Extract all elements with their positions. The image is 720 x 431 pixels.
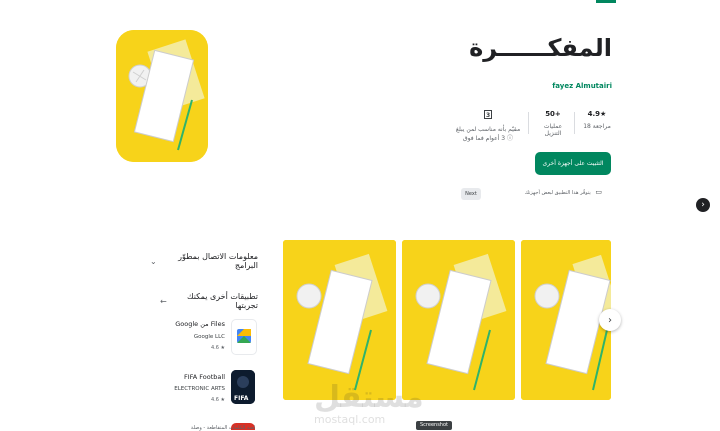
carousel-next-icon[interactable]: ›: [599, 309, 621, 331]
downloads-label: عمليات التنزيل: [543, 123, 563, 137]
availability-text: يتوفّر هذا التطبيق لبعض أجهزتك: [524, 190, 591, 196]
tab-indicator: [596, 0, 616, 3]
app-developer: Google LLC: [193, 334, 225, 340]
arrow-left-icon: ←: [160, 296, 167, 306]
app-name[interactable]: Files من Google: [175, 320, 225, 328]
chevron-right-icon[interactable]: ›: [696, 198, 710, 212]
downloads-stat: 50+ عمليات التنزيل: [536, 110, 570, 137]
app-rating: 4.6 ★: [210, 397, 225, 403]
app-rating: 4.6 ★: [210, 345, 225, 351]
screenshot-3[interactable]: [521, 240, 611, 400]
content-rating-stat[interactable]: 3 مقيّم بأنه مناسب لمن يبلغ 3 أعوام فما …: [452, 110, 524, 142]
app-developer: ELECTRONIC ARTS: [174, 386, 225, 392]
screenshot-2[interactable]: [402, 240, 515, 400]
app-name[interactable]: FIFA Football: [184, 373, 225, 381]
files-app-icon[interactable]: [231, 319, 257, 355]
screenshot-tooltip: Screenshot: [416, 421, 452, 430]
availability-note: يتوفّر هذا التطبيق لبعض أجهزتك ▭: [525, 188, 602, 196]
downloads-value: 50+: [545, 110, 561, 118]
chevron-down-icon: ⌄: [150, 256, 157, 266]
install-button[interactable]: التثبيت على أجهزة أخرى: [535, 152, 611, 175]
svg-text:3: 3: [486, 112, 490, 119]
app-title: المفكــــــرة: [469, 34, 612, 62]
watermark-logo: مستقل: [314, 380, 424, 415]
rating-value: 4.9★: [587, 110, 607, 118]
app-name[interactable]: لعبة الكلمات المتقاطعة - وصلة: [191, 425, 255, 431]
developer-contact-heading: معلومات الاتصال بمطوّر البرامج: [178, 252, 258, 270]
app-icon: [116, 30, 208, 162]
notebook-illustration: [116, 30, 208, 162]
developer-link[interactable]: fayez Almutairi: [552, 82, 612, 90]
similar-apps-section[interactable]: ← تطبيقات أخرى يمكنك تجربتها: [160, 292, 258, 310]
divider: [574, 112, 575, 134]
developer-contact-section[interactable]: ⌄ معلومات الاتصال بمطوّر البرامج: [150, 252, 258, 270]
rating-stat: 4.9★ 18 مراجعة: [582, 110, 612, 130]
reviews-count: 18 مراجعة: [583, 123, 611, 130]
svg-text:FIFA: FIFA: [234, 395, 249, 402]
watermark-url: mostaql.com: [314, 413, 386, 426]
next-tooltip: Next: [461, 188, 481, 200]
screenshot-1[interactable]: [283, 240, 396, 400]
content-rating-icon: 3: [452, 110, 524, 121]
fifa-app-icon[interactable]: FIFA: [231, 370, 255, 404]
device-icon: ▭: [595, 188, 602, 196]
similar-apps-heading: تطبيقات أخرى يمكنك تجربتها: [187, 292, 258, 310]
content-rating-label: مقيّم بأنه مناسب لمن يبلغ 3 أعوام فما فو…: [455, 126, 521, 142]
divider: [528, 112, 529, 134]
